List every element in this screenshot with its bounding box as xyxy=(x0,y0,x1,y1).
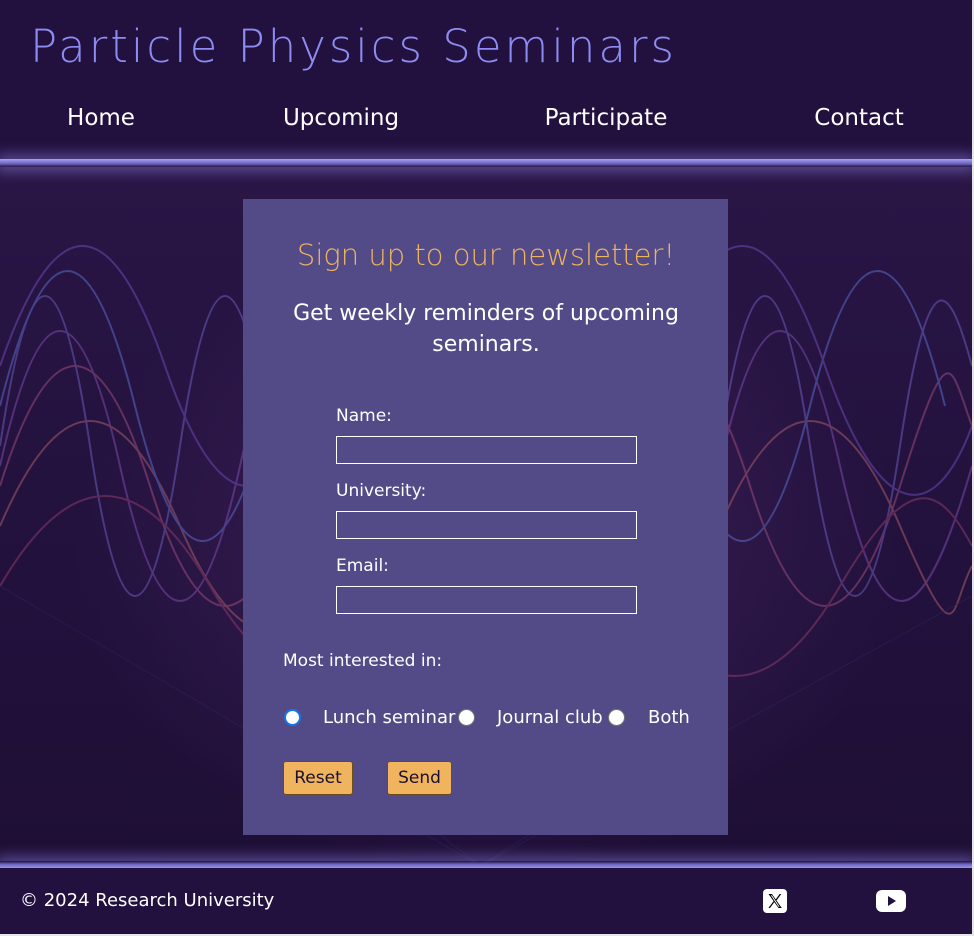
radio-journal-club[interactable] xyxy=(458,709,475,726)
email-label: Email: xyxy=(336,556,389,576)
site-header: Particle Physics Seminars Home Upcoming … xyxy=(0,0,972,160)
newsletter-subheading: Get weekly reminders of upcoming seminar… xyxy=(293,301,679,357)
nav-link-contact[interactable]: Contact xyxy=(814,100,903,136)
main-nav: Home Upcoming Participate Contact xyxy=(0,100,972,136)
youtube-icon[interactable] xyxy=(876,890,906,912)
x-twitter-icon[interactable] xyxy=(763,889,787,913)
radio-journal-club-label[interactable]: Journal club xyxy=(497,707,603,728)
radio-lunch-seminar[interactable] xyxy=(284,709,301,726)
email-input[interactable] xyxy=(336,586,637,614)
nav-link-participate[interactable]: Participate xyxy=(545,100,668,136)
university-label: University: xyxy=(336,481,427,501)
nav-link-upcoming[interactable]: Upcoming xyxy=(283,100,399,136)
name-label: Name: xyxy=(336,406,392,426)
name-input[interactable] xyxy=(336,436,637,464)
interest-label: Most interested in: xyxy=(283,651,443,671)
reset-button[interactable]: Reset xyxy=(283,761,353,795)
send-button[interactable]: Send xyxy=(387,761,452,795)
university-input[interactable] xyxy=(336,511,637,539)
page: Particle Physics Seminars Home Upcoming … xyxy=(0,0,974,936)
site-title: Particle Physics Seminars xyxy=(30,20,677,73)
nav-link-home[interactable]: Home xyxy=(67,100,135,136)
radio-both[interactable] xyxy=(608,709,625,726)
radio-both-label[interactable]: Both xyxy=(648,707,690,728)
newsletter-heading: Sign up to our newsletter! xyxy=(296,238,676,272)
radio-lunch-seminar-label[interactable]: Lunch seminar xyxy=(323,707,455,728)
header-glow-divider xyxy=(0,159,972,167)
site-footer: © 2024 Research University xyxy=(0,868,972,934)
copyright-text: © 2024 Research University xyxy=(20,890,275,911)
